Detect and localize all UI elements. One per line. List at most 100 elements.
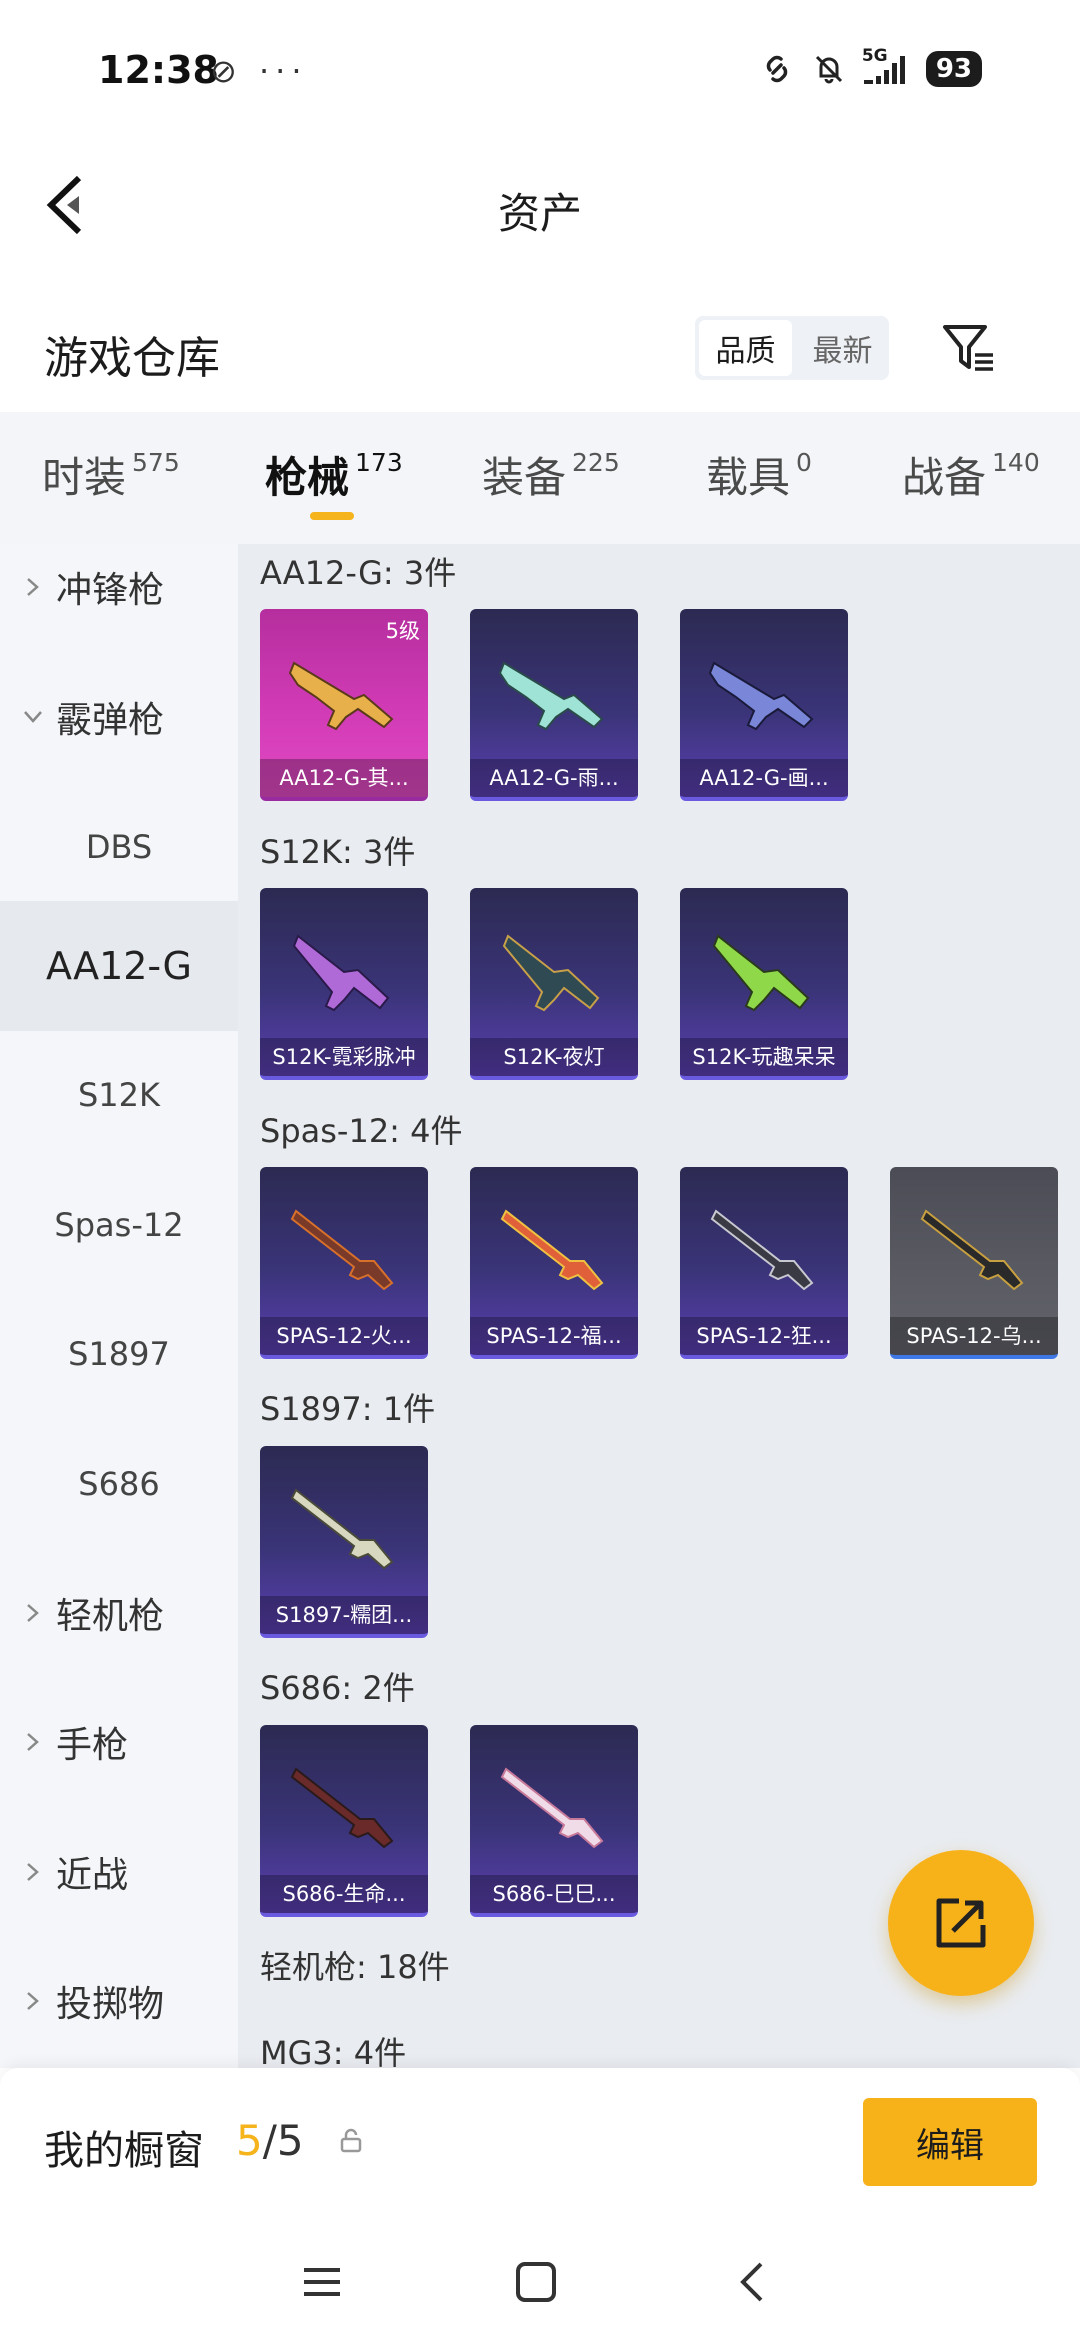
warehouse-title: 游戏仓库: [44, 333, 220, 384]
chevron-down-icon: [22, 706, 44, 728]
weapon-card[interactable]: SPAS-12-乌...: [890, 1167, 1058, 1359]
status-right-icons: 5G 93: [758, 46, 982, 88]
rifle-icon: [712, 934, 810, 1012]
nav-back-button[interactable]: [722, 2252, 782, 2312]
weapon-name: SPAS-12-火...: [260, 1317, 428, 1355]
network-label: 5G: [861, 46, 888, 66]
sort-quality[interactable]: 品质: [699, 320, 792, 376]
tab-equipment[interactable]: 装备 225: [482, 444, 620, 505]
filter-button[interactable]: [934, 314, 1004, 384]
tab-tactical[interactable]: 战备 140: [902, 444, 1040, 505]
sidebar-item-label: 近战: [56, 1855, 129, 1896]
sidebar-item-label: 投掷物: [56, 1984, 165, 2025]
filter-icon: [943, 325, 993, 371]
weapon-name: SPAS-12-乌...: [890, 1317, 1058, 1355]
weapon-card[interactable]: AA12-G-画...: [680, 609, 848, 801]
weapon-name: AA12-G-画...: [680, 759, 848, 797]
nav-menu-button[interactable]: [292, 2252, 352, 2312]
share-fab[interactable]: [888, 1850, 1034, 1996]
category-tabs: 时装 575 枪械 173 装备 225 载具 0 战备 140: [0, 412, 1080, 544]
warehouse-row: 游戏仓库 品质 最新: [0, 300, 1080, 400]
chevron-right-icon: [22, 1602, 44, 1624]
weapon-card[interactable]: SPAS-12-福...: [470, 1167, 638, 1359]
sort-newest[interactable]: 最新: [796, 316, 889, 380]
weapon-name: S12K-玩趣呆呆: [680, 1038, 848, 1076]
shotgun-icon: [500, 1209, 604, 1291]
shotgun-icon: [500, 1767, 604, 1849]
page-title: 资产: [497, 189, 582, 238]
sidebar-item-lmg[interactable]: 轻机枪: [0, 1548, 238, 1678]
section-title: AA12-G: 3件: [260, 554, 457, 592]
weapon-name: AA12-G-雨...: [470, 759, 638, 797]
tab-weapons[interactable]: 枪械 173: [265, 444, 403, 505]
showcase-count: 5/5: [236, 2116, 304, 2165]
signal-icon: 5G: [861, 46, 912, 88]
section-title: S686: 2件: [260, 1669, 415, 1707]
sidebar-item-smg[interactable]: 冲锋枪: [0, 544, 238, 652]
weapon-card[interactable]: S686-生命...: [260, 1725, 428, 1917]
weapon-name: AA12-G-其...: [260, 759, 428, 797]
sidebar-item-s1897[interactable]: S1897: [0, 1289, 238, 1419]
weapon-name: S1897-糯团...: [260, 1596, 428, 1634]
status-left-icons: ⊘ ···: [210, 52, 308, 90]
weapon-card[interactable]: S12K-霓彩脉冲: [260, 888, 428, 1080]
link-icon: [758, 50, 796, 88]
section-title: S12K: 3件: [260, 833, 416, 871]
weapon-card[interactable]: SPAS-12-狂...: [680, 1167, 848, 1359]
sidebar-item-s12k[interactable]: S12K: [0, 1030, 238, 1160]
rifle-icon: [498, 661, 604, 731]
sidebar-item-shotgun[interactable]: 霰弹枪: [0, 652, 238, 782]
tab-count: 225: [572, 448, 620, 477]
menu-icon: [304, 2268, 340, 2296]
shotgun-icon: [710, 1209, 814, 1291]
weapon-card[interactable]: S686-巳巳...: [470, 1725, 638, 1917]
weapon-card[interactable]: S12K-夜灯: [470, 888, 638, 1080]
chevron-left-icon: [740, 2262, 763, 2302]
tab-label: 载具: [706, 453, 791, 502]
showcase-title: 我的橱窗: [44, 2128, 204, 2174]
sidebar-item-label: 霰弹枪: [56, 700, 165, 741]
weapon-card[interactable]: SPAS-12-火...: [260, 1167, 428, 1359]
square-icon: [516, 2262, 556, 2302]
weapon-name: S686-生命...: [260, 1875, 428, 1913]
sidebar-item-melee[interactable]: 近战: [0, 1807, 238, 1937]
shotgun-icon: [920, 1209, 1024, 1291]
chevron-right-icon: [22, 1861, 44, 1883]
tab-label: 枪械: [265, 453, 350, 502]
tab-count: 575: [132, 448, 180, 477]
tab-label: 时装: [42, 453, 127, 502]
sidebar-item-pistol[interactable]: 手枪: [0, 1677, 238, 1807]
weapon-card[interactable]: S12K-玩趣呆呆: [680, 888, 848, 1080]
tab-vehicles[interactable]: 载具 0: [706, 444, 812, 505]
weapon-name: SPAS-12-福...: [470, 1317, 638, 1355]
tab-label: 装备: [482, 453, 567, 502]
edit-button[interactable]: 编辑: [863, 2098, 1037, 2186]
tab-count: 173: [355, 448, 403, 477]
tab-label: 战备: [902, 453, 987, 502]
weapon-card[interactable]: 5级 AA12-G-其...: [260, 609, 428, 801]
sidebar-item-spas12[interactable]: Spas-12: [0, 1160, 238, 1290]
tab-count: 0: [796, 448, 812, 477]
sidebar-item-dbs[interactable]: DBS: [0, 782, 238, 912]
showcase-panel: 我的橱窗 5/5 编辑: [0, 2068, 1080, 2218]
section-title: MG3: 4件: [260, 2034, 407, 2068]
shotgun-icon: [290, 1767, 394, 1849]
weapon-category-sidebar: 冲锋枪 霰弹枪 DBS AA12-G S12K Spas-12 S1897 S6…: [0, 544, 238, 2068]
nav-home-button[interactable]: [506, 2252, 566, 2312]
status-time: 12:38: [98, 48, 219, 92]
lock-icon: [340, 2128, 362, 2153]
sidebar-item-aa12g[interactable]: AA12-G: [0, 901, 238, 1031]
system-nav-bar: [0, 2218, 1080, 2347]
weapon-card[interactable]: S1897-糯团...: [260, 1446, 428, 1638]
sidebar-item-label: 冲锋枪: [56, 570, 165, 611]
chevron-right-icon: [22, 576, 44, 598]
chevron-right-icon: [22, 1731, 44, 1753]
sidebar-item-throwable[interactable]: 投掷物: [0, 1936, 238, 2066]
tab-fashion[interactable]: 时装 575: [42, 444, 180, 505]
showcase-total: /5: [262, 2116, 304, 2165]
level-badge: 5级: [385, 619, 420, 643]
sidebar-item-s686[interactable]: S686: [0, 1419, 238, 1549]
sort-toggle: 品质 最新: [695, 316, 889, 380]
weapon-name: SPAS-12-狂...: [680, 1317, 848, 1355]
weapon-card[interactable]: AA12-G-雨...: [470, 609, 638, 801]
